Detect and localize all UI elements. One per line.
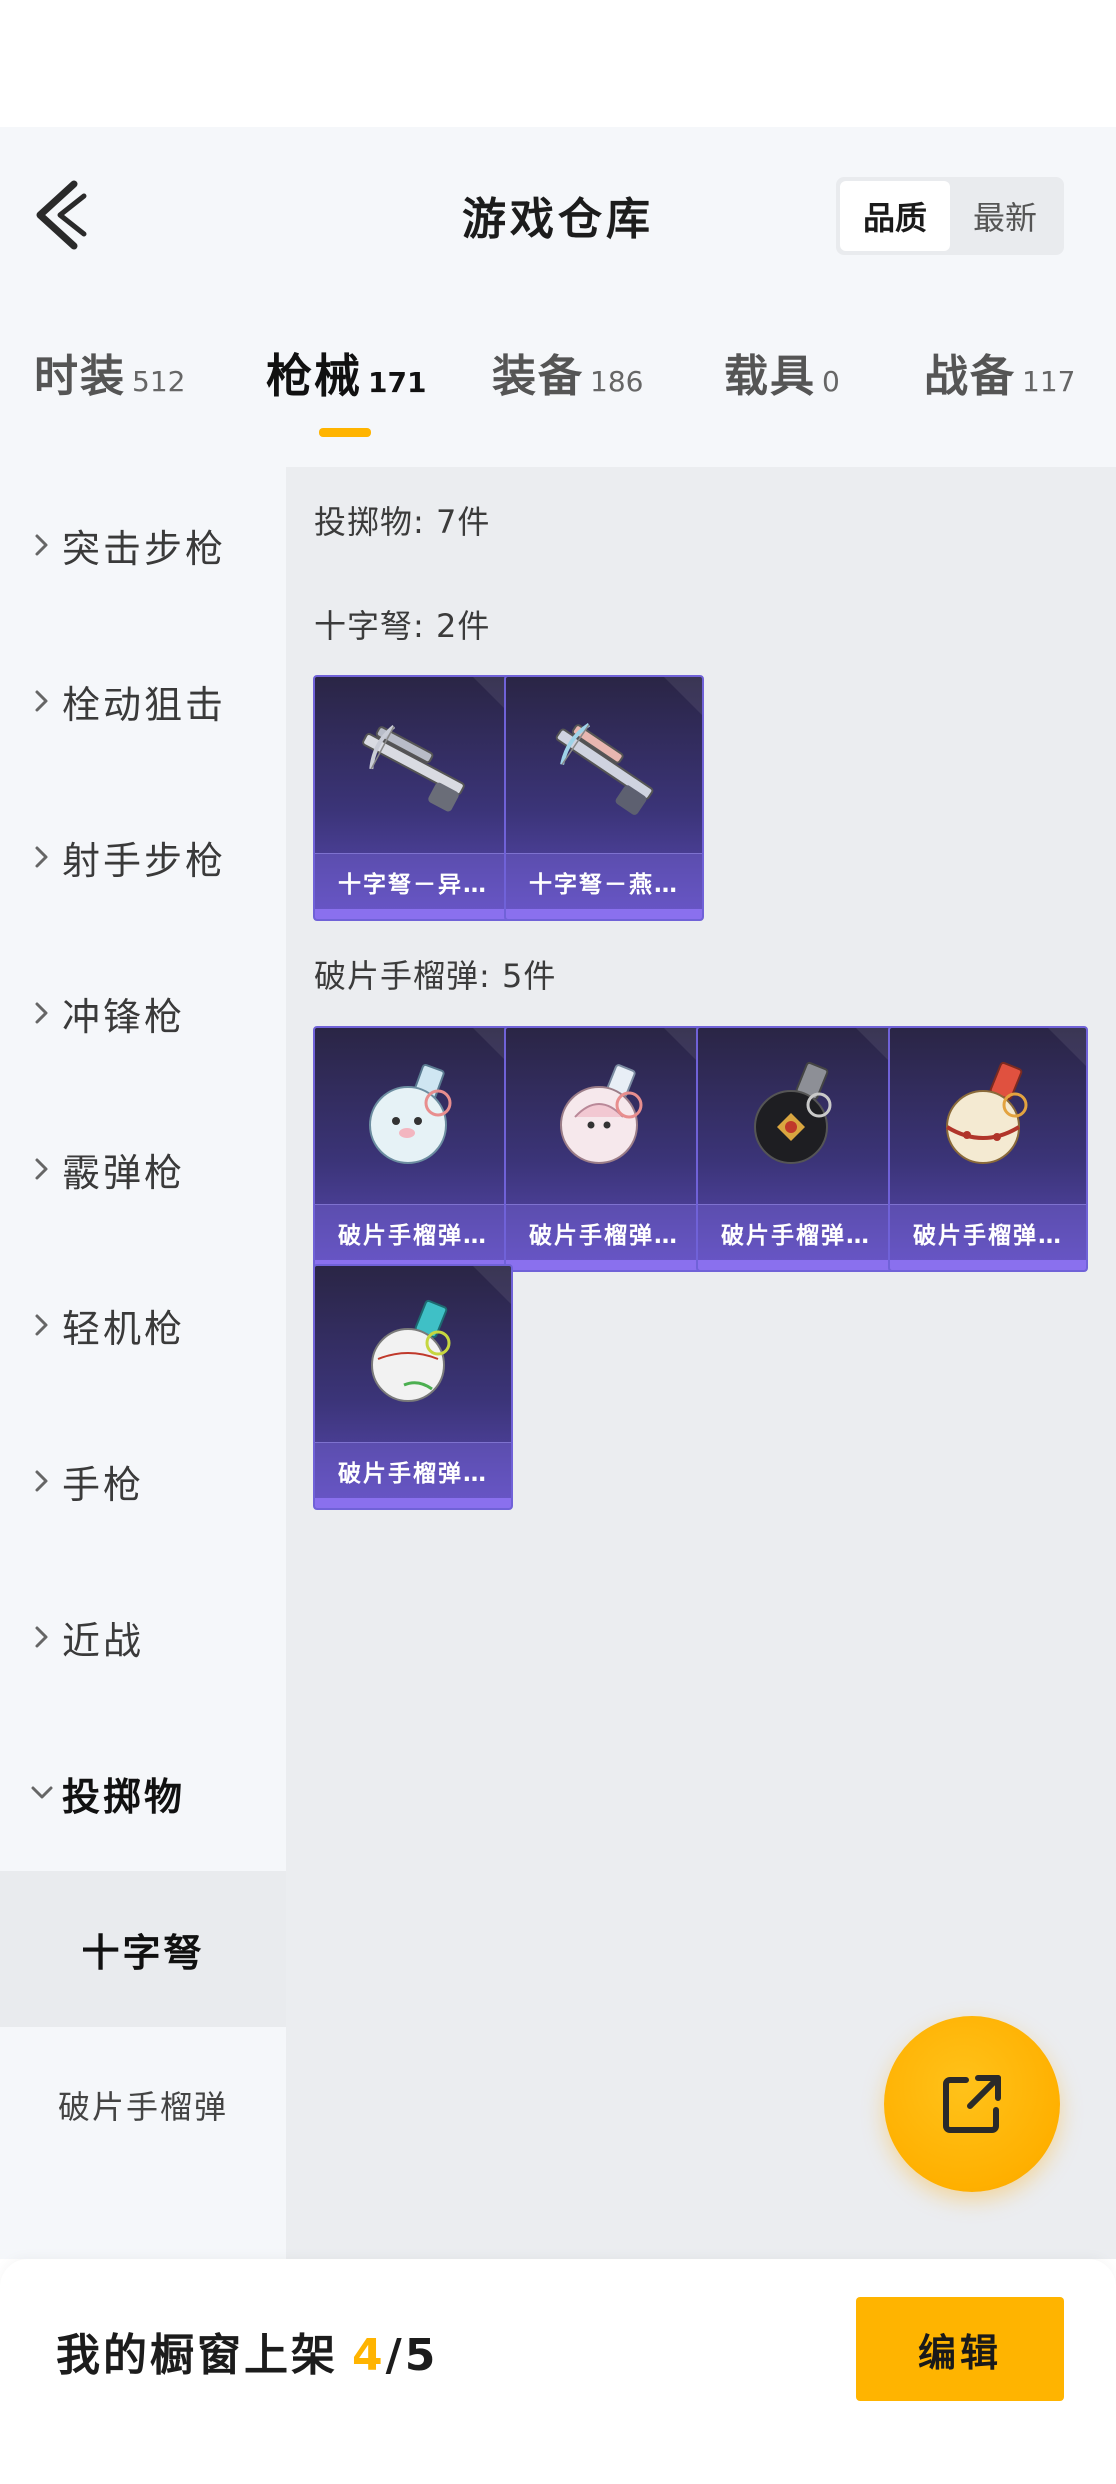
tab-firearms[interactable]: 枪械 171 xyxy=(266,340,426,440)
tab-label: 枪械 xyxy=(266,349,362,403)
chevron-right-icon xyxy=(22,1310,62,1340)
warehouse-page: 游戏仓库 品质 最新 时装 512 枪械 171 装备 186 载具 0 战备 … xyxy=(0,0,1116,2484)
chevron-right-icon xyxy=(22,1154,62,1184)
sidebar-subitem-frag-grenade[interactable]: 破片手榴弹 xyxy=(0,2027,286,2183)
item-card-name: 破片手榴弹… xyxy=(506,1204,702,1260)
sort-quality-option[interactable]: 品质 xyxy=(840,181,950,251)
item-grid-panel: 投掷物: 7件 十字弩: 2件 十字弩－异… 十字弩－燕… 破片手榴弹: 5件 … xyxy=(286,467,1116,2259)
rarity-bar xyxy=(506,909,702,919)
grenade-icon xyxy=(315,1266,511,1442)
showcase-label: 我的橱窗上架 xyxy=(56,2330,338,2381)
tab-count: 0 xyxy=(822,365,840,398)
item-card-name: 破片手榴弹… xyxy=(698,1204,894,1260)
edit-button[interactable]: 编辑 xyxy=(856,2297,1064,2401)
chevron-right-icon xyxy=(22,1622,62,1652)
showcase-total-count: /5 xyxy=(385,2330,439,2381)
rarity-bar xyxy=(698,1260,894,1270)
item-card-name: 破片手榴弹… xyxy=(315,1442,511,1498)
sidebar-item-label: 轻机枪 xyxy=(62,1306,186,1351)
sidebar-item-label: 突击步枪 xyxy=(62,526,227,571)
sidebar-item-melee[interactable]: 近战 xyxy=(0,1559,286,1715)
sidebar-item-label: 投掷物 xyxy=(62,1774,186,1819)
group-title-frag-grenade: 破片手榴弹: 5件 xyxy=(314,957,557,995)
item-card-frag-grenade[interactable]: 破片手榴弹… xyxy=(696,1026,896,1272)
item-card-crossbow[interactable]: 十字弩－异… xyxy=(313,675,513,921)
sidebar-item-throwables[interactable]: 投掷物 xyxy=(0,1715,286,1871)
item-card-name: 十字弩－燕… xyxy=(506,853,702,909)
chevron-down-icon xyxy=(22,1783,62,1803)
item-card-frag-grenade[interactable]: 破片手榴弹… xyxy=(504,1026,704,1272)
chevron-right-icon xyxy=(22,530,62,560)
sidebar-item-smg[interactable]: 冲锋枪 xyxy=(0,935,286,1091)
sort-toggle: 品质 最新 xyxy=(836,177,1064,255)
sidebar-subitem-label: 十字弩 xyxy=(81,1930,205,1975)
chevron-right-icon xyxy=(22,1466,62,1496)
chevron-right-icon xyxy=(22,842,62,872)
sidebar-item-label: 栓动狙击 xyxy=(62,682,227,727)
rarity-bar xyxy=(506,1260,702,1270)
showcase-current-count: 4 xyxy=(352,2330,386,2381)
item-card-frag-grenade[interactable]: 破片手榴弹… xyxy=(313,1264,513,1510)
tab-count: 512 xyxy=(132,365,186,398)
sidebar: 突击步枪 栓动狙击 射手步枪 冲锋枪 霰弹枪 轻机枪 手枪 近战 投掷物 十字弩… xyxy=(0,467,286,2259)
tab-label: 战备 xyxy=(924,351,1016,402)
sidebar-subitem-label: 破片手榴弹 xyxy=(57,2088,228,2126)
item-card-crossbow[interactable]: 十字弩－燕… xyxy=(504,675,704,921)
group-title-throwables: 投掷物: 7件 xyxy=(314,503,491,541)
grenade-icon xyxy=(698,1028,894,1204)
sidebar-item-marksman-rifle[interactable]: 射手步枪 xyxy=(0,779,286,935)
tab-label: 时装 xyxy=(34,351,126,402)
crossbow-icon xyxy=(506,677,702,853)
sort-newest-option[interactable]: 最新 xyxy=(950,181,1060,251)
rarity-bar xyxy=(315,909,511,919)
grenade-icon xyxy=(506,1028,702,1204)
tab-count: 117 xyxy=(1022,365,1076,398)
item-card-name: 破片手榴弹… xyxy=(890,1204,1086,1260)
sidebar-item-label: 手枪 xyxy=(62,1462,145,1507)
category-tabs: 时装 512 枪械 171 装备 186 载具 0 战备 117 xyxy=(0,340,1116,460)
sidebar-item-label: 冲锋枪 xyxy=(62,994,186,1039)
item-card-name: 破片手榴弹… xyxy=(315,1204,511,1260)
item-card-frag-grenade[interactable]: 破片手榴弹… xyxy=(888,1026,1088,1272)
sidebar-item-lmg[interactable]: 轻机枪 xyxy=(0,1247,286,1403)
sidebar-subitem-crossbow[interactable]: 十字弩 xyxy=(0,1871,286,2027)
grenade-icon xyxy=(315,1028,511,1204)
bottom-bar: 我的橱窗上架 4 /5 编辑 xyxy=(0,2259,1116,2484)
tab-label: 载具 xyxy=(724,351,816,402)
sidebar-item-label: 射手步枪 xyxy=(62,838,227,883)
sidebar-item-shotgun[interactable]: 霰弹枪 xyxy=(0,1091,286,1247)
status-bar xyxy=(0,0,1116,127)
sidebar-item-label: 霰弹枪 xyxy=(62,1150,186,1195)
share-external-icon xyxy=(943,2075,1001,2133)
tab-equipment[interactable]: 装备 186 xyxy=(492,340,643,440)
tab-supplies[interactable]: 战备 117 xyxy=(924,340,1075,440)
share-button[interactable] xyxy=(884,2016,1060,2192)
tab-vehicles[interactable]: 载具 0 xyxy=(724,340,840,440)
tab-label: 装备 xyxy=(492,351,584,402)
sidebar-item-pistol[interactable]: 手枪 xyxy=(0,1403,286,1559)
crossbow-icon xyxy=(315,677,511,853)
showcase-status: 我的橱窗上架 4 /5 xyxy=(56,2319,438,2383)
chevron-right-icon xyxy=(22,686,62,716)
grenade-icon xyxy=(890,1028,1086,1204)
tab-count: 171 xyxy=(368,366,427,399)
sidebar-item-assault-rifle[interactable]: 突击步枪 xyxy=(0,467,286,623)
active-tab-indicator xyxy=(319,428,371,437)
sidebar-item-bolt-sniper[interactable]: 栓动狙击 xyxy=(0,623,286,779)
rarity-bar xyxy=(315,1498,511,1508)
sidebar-item-label: 近战 xyxy=(62,1618,145,1663)
item-card-frag-grenade[interactable]: 破片手榴弹… xyxy=(313,1026,513,1272)
tab-count: 186 xyxy=(590,365,644,398)
chevron-right-icon xyxy=(22,998,62,1028)
rarity-bar xyxy=(890,1260,1086,1270)
group-title-crossbow: 十字弩: 2件 xyxy=(314,607,491,645)
tab-fashion[interactable]: 时装 512 xyxy=(34,340,185,440)
item-card-name: 十字弩－异… xyxy=(315,853,511,909)
